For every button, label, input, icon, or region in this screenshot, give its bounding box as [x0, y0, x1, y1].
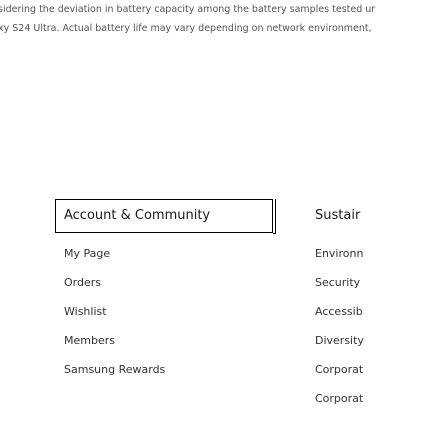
footer-link-corporate-2[interactable]: Corporat [315, 392, 364, 421]
footer-link-diversity[interactable]: Diversity [315, 334, 364, 363]
battery-disclaimer: sidering the deviation in battery capaci… [0, 0, 448, 38]
page: sidering the deviation in battery capaci… [0, 0, 448, 448]
footer-link-orders[interactable]: Orders [64, 276, 165, 305]
footer-link-wishlist[interactable]: Wishlist [64, 305, 165, 334]
disclaimer-line-2: xy S24 Ultra. Actual battery life may va… [0, 23, 372, 34]
footer-link-my-page[interactable]: My Page [64, 247, 165, 276]
account-community-links: My Page Orders Wishlist Members Samsung … [64, 247, 165, 392]
footer-link-environment[interactable]: Environn [315, 247, 364, 276]
footer-link-members[interactable]: Members [64, 334, 165, 363]
disclaimer-line-1: sidering the deviation in battery capaci… [0, 4, 376, 15]
sustainability-links: Environn Security Accessib Diversity Cor… [315, 247, 364, 421]
footer-link-samsung-rewards[interactable]: Samsung Rewards [64, 363, 165, 392]
sustainability-heading[interactable]: Sustair [315, 208, 360, 223]
focused-heading-outline-corner [273, 199, 276, 234]
footer-link-corporate-1[interactable]: Corporat [315, 363, 364, 392]
footer-link-accessibility[interactable]: Accessib [315, 305, 364, 334]
account-community-heading[interactable]: Account & Community [64, 208, 210, 223]
footer-link-security[interactable]: Security [315, 276, 364, 305]
